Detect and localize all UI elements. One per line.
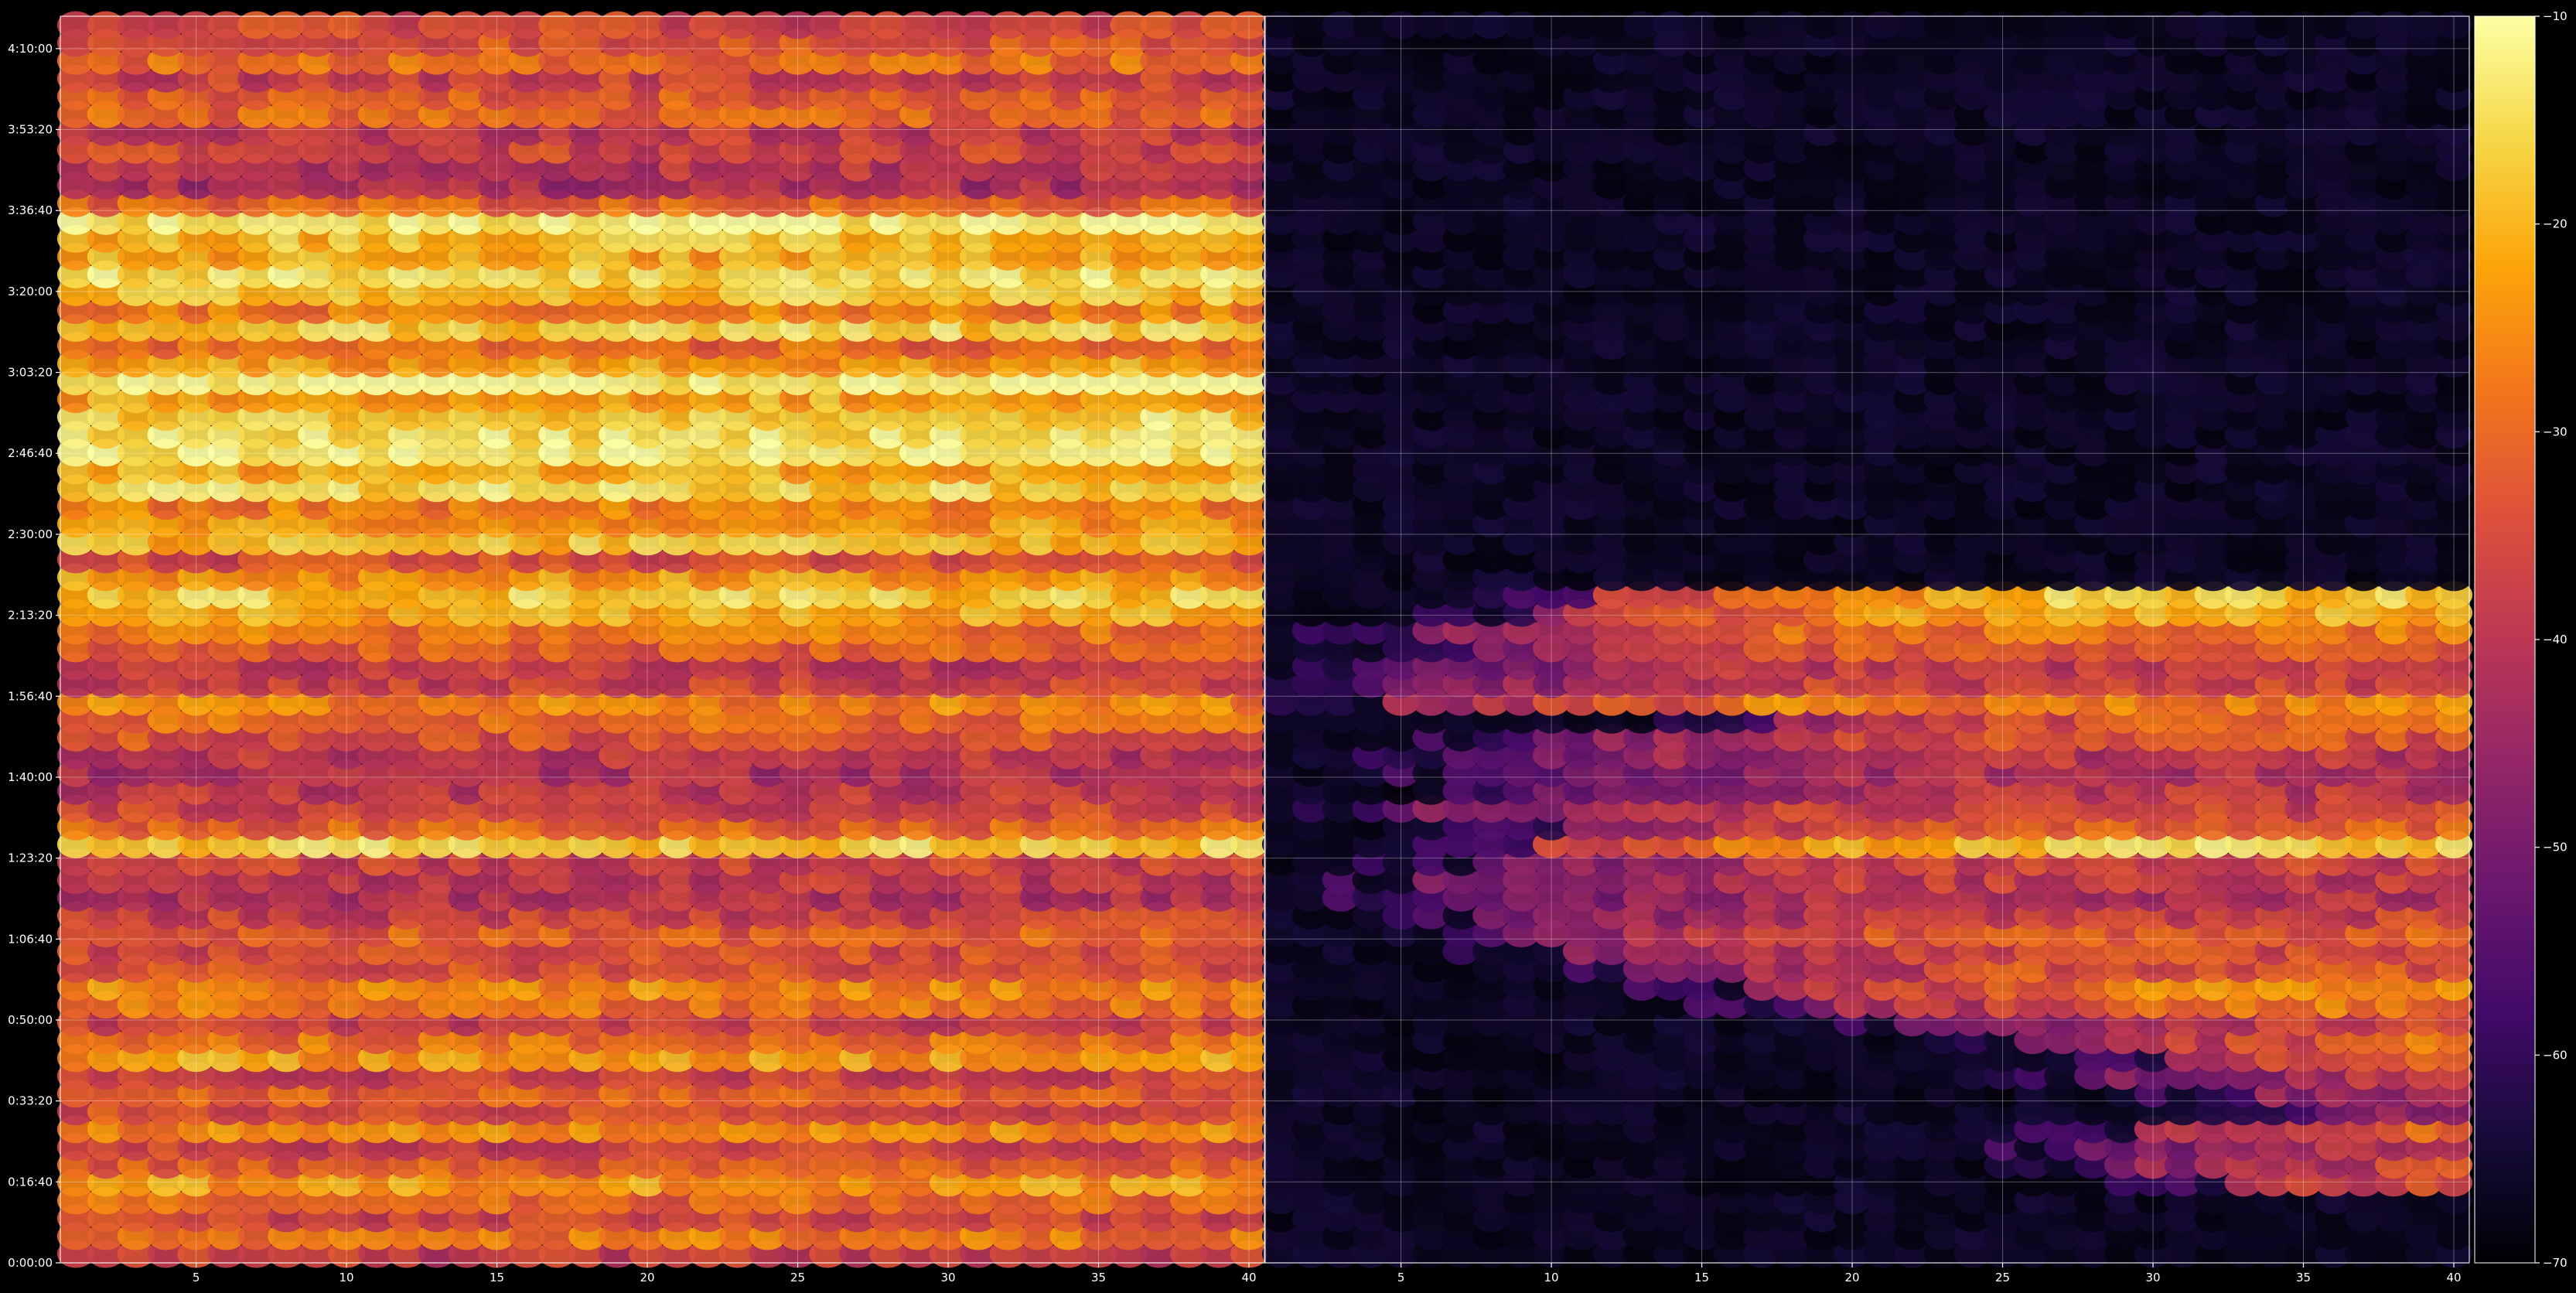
heatmap-chart: 5 10 15 20 25 30 35 40 5 10 15 20 25 30 35 400:00:000:1… [8, 9, 2567, 1284]
figure: 5 10 15 20 25 30 35 40 5 10 15 20 25 30 35 40 0:00:00 0:1… [0, 0, 2576, 1293]
